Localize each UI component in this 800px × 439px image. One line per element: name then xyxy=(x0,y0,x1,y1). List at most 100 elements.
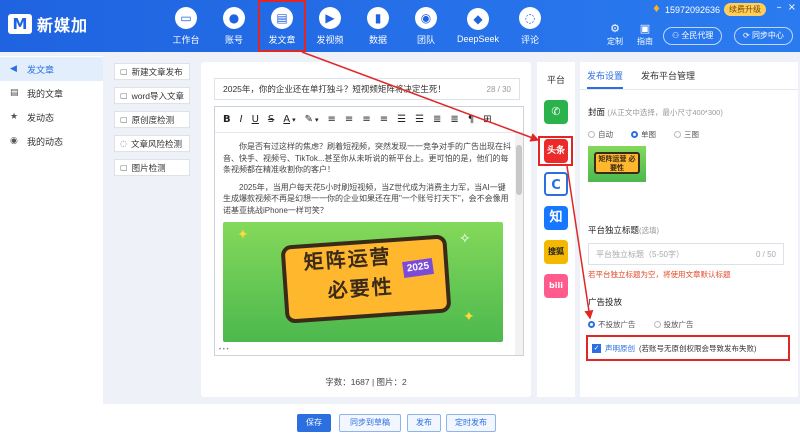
tool-image-check[interactable]: ▢ 图片检测 xyxy=(114,159,190,176)
checkbox-checked-icon[interactable]: ✓ xyxy=(592,343,601,353)
video-icon: ▶ xyxy=(319,6,341,29)
nav-label: 团队 xyxy=(416,34,435,45)
tab-platform-manage[interactable]: 发布平台管理 xyxy=(641,69,695,82)
custom-button[interactable]: ⚙ 定制 xyxy=(604,22,626,47)
nav-team[interactable]: ◉ 团队 xyxy=(402,0,450,52)
indent-icon[interactable]: ≣ xyxy=(433,114,441,125)
tool-original-check[interactable]: ▢ 原创度检测 xyxy=(114,111,190,128)
sync-label: 同步中心 xyxy=(751,31,784,40)
declare-original-label: 声明原创 xyxy=(605,343,635,353)
dynamic-icon: ◉ xyxy=(10,136,18,146)
underline-button[interactable]: U xyxy=(252,114,259,125)
cover-option-auto[interactable]: 自动 xyxy=(588,129,613,140)
document-icon: ▤ xyxy=(271,6,293,29)
team-icon: ◉ xyxy=(415,6,437,29)
editor-scrollbar[interactable] xyxy=(515,133,523,355)
nav-label: 工作台 xyxy=(172,34,200,45)
publish-button[interactable]: 发布 xyxy=(407,414,441,432)
tool-label: 原创度检测 xyxy=(131,114,175,125)
tool-word-import[interactable]: ▢ word导入文章 xyxy=(114,87,190,104)
cover-title-line2: 必要性 xyxy=(327,276,395,303)
nav-publish-video[interactable]: ▶ 发视频 xyxy=(306,0,354,52)
guide-icon: ▣ xyxy=(639,22,651,35)
close-icon[interactable]: × xyxy=(788,2,796,13)
save-button[interactable]: 保存 xyxy=(297,414,331,432)
sidebar-item-my-dynamics[interactable]: ◉ 我的动态 xyxy=(0,129,103,153)
unordered-list-icon[interactable]: ☰ xyxy=(415,114,424,125)
sidebar-item-label: 发文章 xyxy=(27,64,55,75)
tool-label: 图片检测 xyxy=(131,162,166,173)
table-icon[interactable]: ⊞ xyxy=(483,114,491,125)
scroll-thumb[interactable] xyxy=(516,145,522,195)
nav-publish-article[interactable]: ▤ 发文章 xyxy=(258,0,306,52)
nav-account[interactable]: ● 账号 xyxy=(210,0,258,52)
tool-new-article[interactable]: ▢ 新建文章发布 xyxy=(114,63,190,80)
comment-icon: ◌ xyxy=(519,6,541,29)
ad-option-none[interactable]: 不投放广告 xyxy=(588,319,636,330)
sync-icon: ⟳ xyxy=(743,31,750,40)
tools-column: ▢ 新建文章发布 ▢ word导入文章 ▢ 原创度检测 ◌ 文章风险检测 ▢ 图片检测 xyxy=(108,56,196,439)
zhihu-icon[interactable]: 知 xyxy=(544,206,568,230)
nav-label: 数据 xyxy=(368,34,387,45)
align-center-icon[interactable]: ≡ xyxy=(345,114,353,125)
tab-publish-settings[interactable]: 发布设置 xyxy=(587,69,624,89)
platform-title-label: 平台独立标题(选填) xyxy=(588,225,660,235)
article-cover-image[interactable]: ✦ ✦ ✧ 矩阵运营 必要性 2025 xyxy=(223,222,503,342)
bilibili-icon[interactable]: bili xyxy=(544,274,568,298)
agent-button[interactable]: ⚇ 全民代理 xyxy=(663,27,723,45)
cover-banner: 矩阵运营 必要性 xyxy=(280,234,452,324)
scheduled-publish-button[interactable]: 定时发布 xyxy=(446,414,496,432)
outdent-icon[interactable]: ≣ xyxy=(450,114,458,125)
guide-button[interactable]: ▣ 指南 xyxy=(634,22,656,47)
tool-label: 文章风险检测 xyxy=(130,138,182,149)
sidebar: ◀ 发文章 ▤ 我的文章 ★ 发动态 ◉ 我的动态 xyxy=(0,56,103,439)
align-right-icon[interactable]: ≡ xyxy=(362,114,370,125)
align-left-icon[interactable]: ≡ xyxy=(328,114,336,125)
ad-options: 不投放广告 投放广告 xyxy=(588,319,694,330)
thumb-text: 矩阵运营 必要性 xyxy=(594,152,640,174)
font-color-dropdown-icon[interactable]: ▾ xyxy=(292,116,296,124)
title-input[interactable]: 2025年，你的企业还在单打独斗？短视频矩阵将决定生死！ 28 / 30 xyxy=(214,78,520,100)
ordered-list-icon[interactable]: ☰ xyxy=(397,114,406,125)
bar-chart-icon: ▮ xyxy=(367,6,389,29)
rich-text-editor: B I U S A ▾ ✎ ▾ ≡ ≡ ≡ ≡ ☰ ☰ ≣ ≣ ¶ ⊞ 你是否有… xyxy=(214,106,524,356)
sidebar-item-publish-dynamic[interactable]: ★ 发动态 xyxy=(0,105,103,129)
align-justify-icon[interactable]: ≡ xyxy=(380,114,388,125)
c-platform-icon[interactable]: C xyxy=(544,172,568,196)
minimize-icon[interactable]: – xyxy=(777,2,782,13)
font-color-button[interactable]: A xyxy=(283,114,290,125)
renew-button[interactable]: 续费升级 xyxy=(724,3,766,16)
cover-option-triple[interactable]: 三图 xyxy=(674,129,699,140)
cover-hint: (从正文中选择，最小尺寸400*300) xyxy=(607,108,723,117)
sohu-icon[interactable]: 搜狐 xyxy=(544,240,568,264)
logo-mark: M xyxy=(8,14,32,34)
cover-thumbnail[interactable]: 矩阵运营 必要性 xyxy=(588,146,646,182)
ad-option-enable[interactable]: 投放广告 xyxy=(653,319,694,330)
editor-content[interactable]: 你是否有过这样的焦虑？刷着短视频，突然发现一一竞争对手的广告出现在抖音、快手、视… xyxy=(223,141,511,347)
article-editor: 2025年，你的企业还在单打独斗？短视频矩阵将决定生死！ 28 / 30 B I… xyxy=(201,62,531,397)
highlight-button[interactable]: ✎ xyxy=(305,114,313,125)
platform-title-input[interactable]: 平台独立标题（5-50字） 0 / 50 xyxy=(588,243,784,265)
nav-label: 发视频 xyxy=(316,34,344,45)
nav-label: DeepSeek xyxy=(456,34,500,44)
title-warning: 若平台独立标题为空，将使用文章默认标题 xyxy=(588,270,731,279)
nav-comment[interactable]: ◌ 评论 xyxy=(506,0,554,52)
bold-button[interactable]: B xyxy=(223,114,231,125)
cover-option-single[interactable]: 单图 xyxy=(631,129,656,140)
strikethrough-button[interactable]: S xyxy=(268,114,274,125)
platform-header: 平台 xyxy=(546,75,565,85)
nav-workbench[interactable]: ▭ 工作台 xyxy=(162,0,210,52)
declare-original-row[interactable]: ✓ 声明原创 (若账号无原创权限会导致发布失败) xyxy=(586,335,790,361)
nav-deepseek[interactable]: ◆ DeepSeek xyxy=(450,0,506,52)
nav-data[interactable]: ▮ 数据 xyxy=(354,0,402,52)
tool-risk-check[interactable]: ◌ 文章风险检测 xyxy=(114,135,190,152)
italic-button[interactable]: I xyxy=(240,114,243,125)
sidebar-item-label: 发动态 xyxy=(27,112,55,123)
paragraph-icon[interactable]: ¶ xyxy=(468,114,474,125)
sync-center-button[interactable]: ⟳ 同步中心 xyxy=(734,27,793,45)
highlight-dropdown-icon[interactable]: ▾ xyxy=(315,116,319,124)
sidebar-item-publish-article[interactable]: ◀ 发文章 xyxy=(0,57,103,81)
sidebar-item-my-articles[interactable]: ▤ 我的文章 xyxy=(0,81,103,105)
sync-draft-button[interactable]: 同步到草稿 xyxy=(339,414,401,432)
wechat-icon[interactable]: ✆ xyxy=(544,100,568,124)
